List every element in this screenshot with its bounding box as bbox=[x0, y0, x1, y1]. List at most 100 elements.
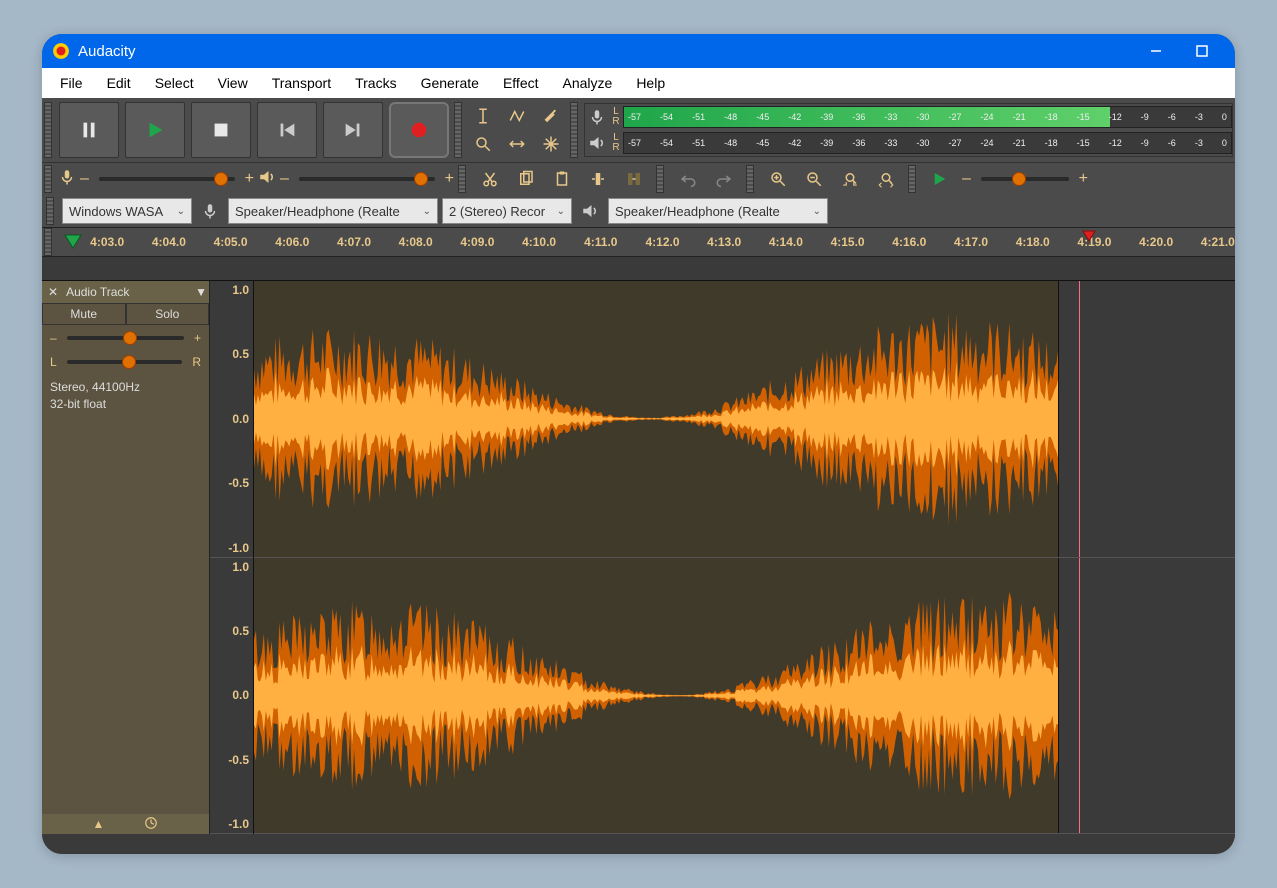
draw-tool[interactable] bbox=[535, 103, 567, 129]
menu-help[interactable]: Help bbox=[624, 71, 677, 95]
speaker-icon[interactable] bbox=[585, 134, 609, 152]
waveform-right-channel[interactable] bbox=[254, 558, 1235, 835]
gain-slider[interactable] bbox=[67, 336, 184, 340]
track-bit-info: 32-bit float bbox=[50, 396, 201, 413]
track-options-icon[interactable] bbox=[144, 816, 158, 833]
waveform-left-channel[interactable] bbox=[254, 281, 1235, 558]
solo-button[interactable]: Solo bbox=[126, 303, 210, 325]
record-button[interactable] bbox=[389, 102, 449, 158]
cut-button[interactable] bbox=[474, 166, 506, 192]
toolbar-grip[interactable] bbox=[46, 197, 54, 225]
vol-minus: – bbox=[80, 170, 89, 188]
play-at-speed-button[interactable] bbox=[924, 166, 956, 192]
vol-minus: – bbox=[280, 170, 289, 188]
speed-plus: + bbox=[1079, 170, 1088, 188]
mic-icon[interactable] bbox=[585, 108, 609, 126]
copy-button[interactable] bbox=[510, 166, 542, 192]
maximize-button[interactable] bbox=[1179, 34, 1225, 68]
menu-view[interactable]: View bbox=[206, 71, 260, 95]
gain-plus: + bbox=[194, 331, 201, 345]
envelope-tool[interactable] bbox=[501, 103, 533, 129]
amplitude-scale: 1.00.50.0-0.5-1.0 1.00.50.0-0.5-1.0 bbox=[210, 281, 254, 834]
skip-start-button[interactable] bbox=[257, 102, 317, 158]
zoom-in-button[interactable] bbox=[762, 166, 794, 192]
quick-play-marker[interactable] bbox=[1082, 230, 1096, 242]
menu-select[interactable]: Select bbox=[143, 71, 206, 95]
playback-device-dropdown[interactable]: Speaker/Headphone (Realte⌄ bbox=[608, 198, 828, 224]
recording-device-dropdown[interactable]: Speaker/Headphone (Realte⌄ bbox=[228, 198, 438, 224]
toolbar-grip[interactable] bbox=[746, 165, 754, 193]
toolbar-grip[interactable] bbox=[454, 102, 462, 158]
paste-button[interactable] bbox=[546, 166, 578, 192]
zoom-out-button[interactable] bbox=[798, 166, 830, 192]
toolbar-grip[interactable] bbox=[656, 165, 664, 193]
audio-host-dropdown[interactable]: Windows WASA⌄ bbox=[62, 198, 192, 224]
menubar: FileEditSelectViewTransportTracksGenerat… bbox=[42, 68, 1235, 98]
collapse-button[interactable]: ▲ bbox=[93, 817, 105, 831]
speaker-icon bbox=[258, 168, 276, 191]
undo-button[interactable] bbox=[672, 166, 704, 192]
timeshift-tool[interactable] bbox=[501, 131, 533, 157]
playhead-marker[interactable] bbox=[64, 234, 82, 250]
gain-minus: – bbox=[50, 331, 57, 345]
pan-r: R bbox=[192, 355, 201, 369]
toolbar-grip[interactable] bbox=[44, 165, 52, 193]
multi-tool[interactable] bbox=[535, 131, 567, 157]
speaker-icon bbox=[576, 198, 604, 224]
track-area: ✕ Audio Track ▼ Mute Solo – + L R bbox=[42, 281, 1235, 834]
toolbar-grip[interactable] bbox=[908, 165, 916, 193]
timeline-ruler[interactable]: 4:03.04:04.04:05.04:06.04:07.04:08.04:09… bbox=[42, 227, 1235, 257]
cursor-line bbox=[1079, 558, 1080, 834]
track-menu-button[interactable]: ▼ bbox=[195, 285, 207, 299]
vol-plus: + bbox=[245, 170, 254, 188]
silence-button[interactable] bbox=[618, 166, 650, 192]
toolbar-grip[interactable] bbox=[570, 102, 578, 158]
track-name[interactable]: Audio Track bbox=[66, 285, 129, 299]
menu-generate[interactable]: Generate bbox=[409, 71, 491, 95]
menu-edit[interactable]: Edit bbox=[95, 71, 143, 95]
menu-analyze[interactable]: Analyze bbox=[551, 71, 625, 95]
fit-selection-button[interactable] bbox=[834, 166, 866, 192]
app-window: Audacity FileEditSelectViewTransportTrac… bbox=[42, 34, 1235, 854]
toolbar-area: LR -57-54-51-48-45-42-39-36-33-30-27-24-… bbox=[42, 98, 1235, 227]
toolbar-grip[interactable] bbox=[44, 228, 52, 256]
speed-minus: – bbox=[962, 170, 971, 188]
waveform-area[interactable] bbox=[254, 281, 1235, 834]
recording-channels-dropdown[interactable]: 2 (Stereo) Recor⌄ bbox=[442, 198, 572, 224]
play-button[interactable] bbox=[125, 102, 185, 158]
recording-volume-slider[interactable] bbox=[99, 177, 235, 181]
minimize-button[interactable] bbox=[1133, 34, 1179, 68]
vol-plus: + bbox=[445, 170, 454, 188]
menu-tracks[interactable]: Tracks bbox=[343, 71, 408, 95]
meter-block: LR -57-54-51-48-45-42-39-36-33-30-27-24-… bbox=[584, 103, 1233, 157]
zoom-tool[interactable] bbox=[467, 131, 499, 157]
track-area-below bbox=[42, 834, 1235, 854]
playback-meter[interactable]: -57-54-51-48-45-42-39-36-33-30-27-24-21-… bbox=[623, 132, 1232, 154]
fit-project-button[interactable] bbox=[870, 166, 902, 192]
meter-r-label: R bbox=[609, 117, 623, 127]
stop-button[interactable] bbox=[191, 102, 251, 158]
close-track-button[interactable]: ✕ bbox=[44, 285, 62, 299]
menu-transport[interactable]: Transport bbox=[260, 71, 343, 95]
menu-effect[interactable]: Effect bbox=[491, 71, 551, 95]
titlebar[interactable]: Audacity bbox=[42, 34, 1235, 68]
mute-button[interactable]: Mute bbox=[42, 303, 126, 325]
toolbar-grip[interactable] bbox=[44, 102, 52, 158]
playback-speed-slider[interactable] bbox=[981, 177, 1069, 181]
skip-end-button[interactable] bbox=[323, 102, 383, 158]
redo-button[interactable] bbox=[708, 166, 740, 192]
tools-palette bbox=[466, 102, 568, 158]
playback-volume-slider[interactable] bbox=[299, 177, 435, 181]
pan-slider[interactable] bbox=[67, 360, 183, 364]
mic-icon bbox=[196, 198, 224, 224]
trim-button[interactable] bbox=[582, 166, 614, 192]
app-icon bbox=[52, 42, 70, 60]
selection-tool[interactable] bbox=[467, 103, 499, 129]
pause-button[interactable] bbox=[59, 102, 119, 158]
toolbar-grip[interactable] bbox=[458, 165, 466, 193]
track-control-panel: ✕ Audio Track ▼ Mute Solo – + L R bbox=[42, 281, 210, 834]
menu-file[interactable]: File bbox=[48, 71, 95, 95]
track-format-info: Stereo, 44100Hz bbox=[50, 379, 201, 396]
cursor-line bbox=[1079, 281, 1080, 557]
recording-meter[interactable]: -57-54-51-48-45-42-39-36-33-30-27-24-21-… bbox=[623, 106, 1232, 128]
